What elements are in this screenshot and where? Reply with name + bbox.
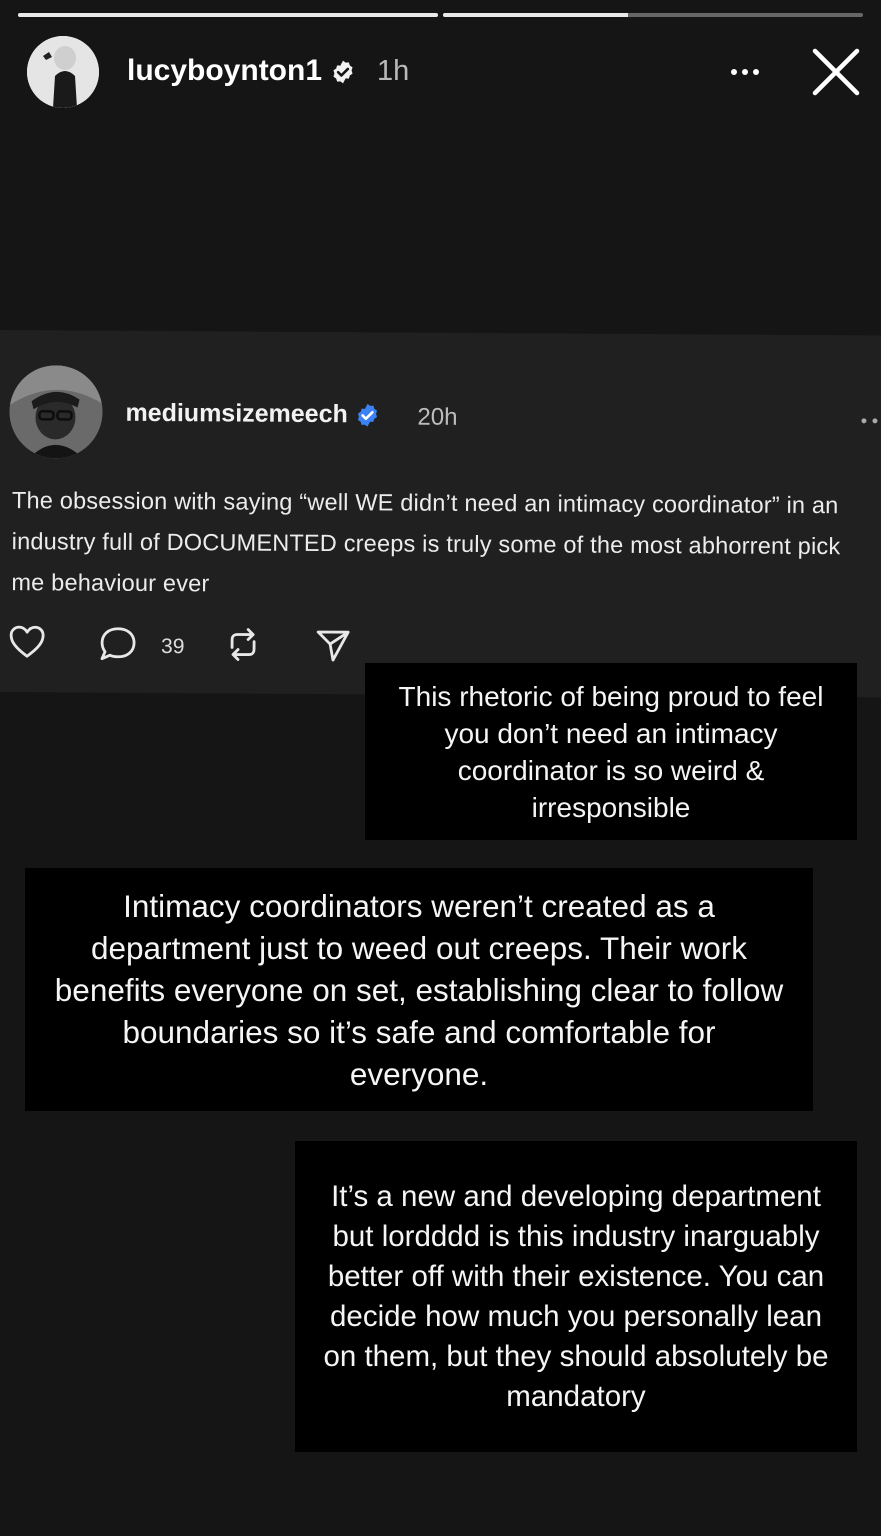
post-timestamp: 20h	[417, 403, 458, 431]
story-username[interactable]: lucyboynton1	[127, 54, 356, 88]
story-avatar[interactable]	[27, 36, 99, 108]
caption-box-1: This rhetoric of being proud to feel you…	[365, 663, 857, 840]
caption-box-2: Intimacy coordinators weren’t created as…	[25, 868, 813, 1111]
story-progress-bar-1	[18, 13, 438, 17]
embedded-post: mediumsizemeech 20h The obsession with s…	[0, 330, 881, 698]
post-more-icon	[861, 418, 878, 424]
close-icon[interactable]	[810, 46, 862, 98]
post-text: The obsession with saying “well WE didn’…	[11, 487, 841, 597]
post-username: mediumsizemeech	[125, 399, 380, 430]
story-progress-fill-2	[443, 13, 628, 17]
story-progress-bar-2	[443, 13, 863, 17]
story-timestamp: 1h	[377, 55, 410, 87]
comment-count: 39	[160, 635, 185, 659]
share-icon	[316, 630, 350, 662]
post-avatar	[9, 365, 103, 459]
repost-icon	[230, 628, 256, 661]
post-verified-badge-icon	[358, 404, 378, 428]
story-avatar-image	[27, 36, 99, 108]
post-avatar-image	[9, 365, 103, 459]
heart-icon	[9, 625, 45, 658]
story-progress-fill-1	[18, 13, 438, 17]
verified-badge-icon	[333, 60, 353, 84]
more-options-icon[interactable]	[723, 56, 767, 88]
comment-icon	[100, 627, 136, 661]
caption-box-3: It’s a new and developing department but…	[295, 1141, 857, 1452]
